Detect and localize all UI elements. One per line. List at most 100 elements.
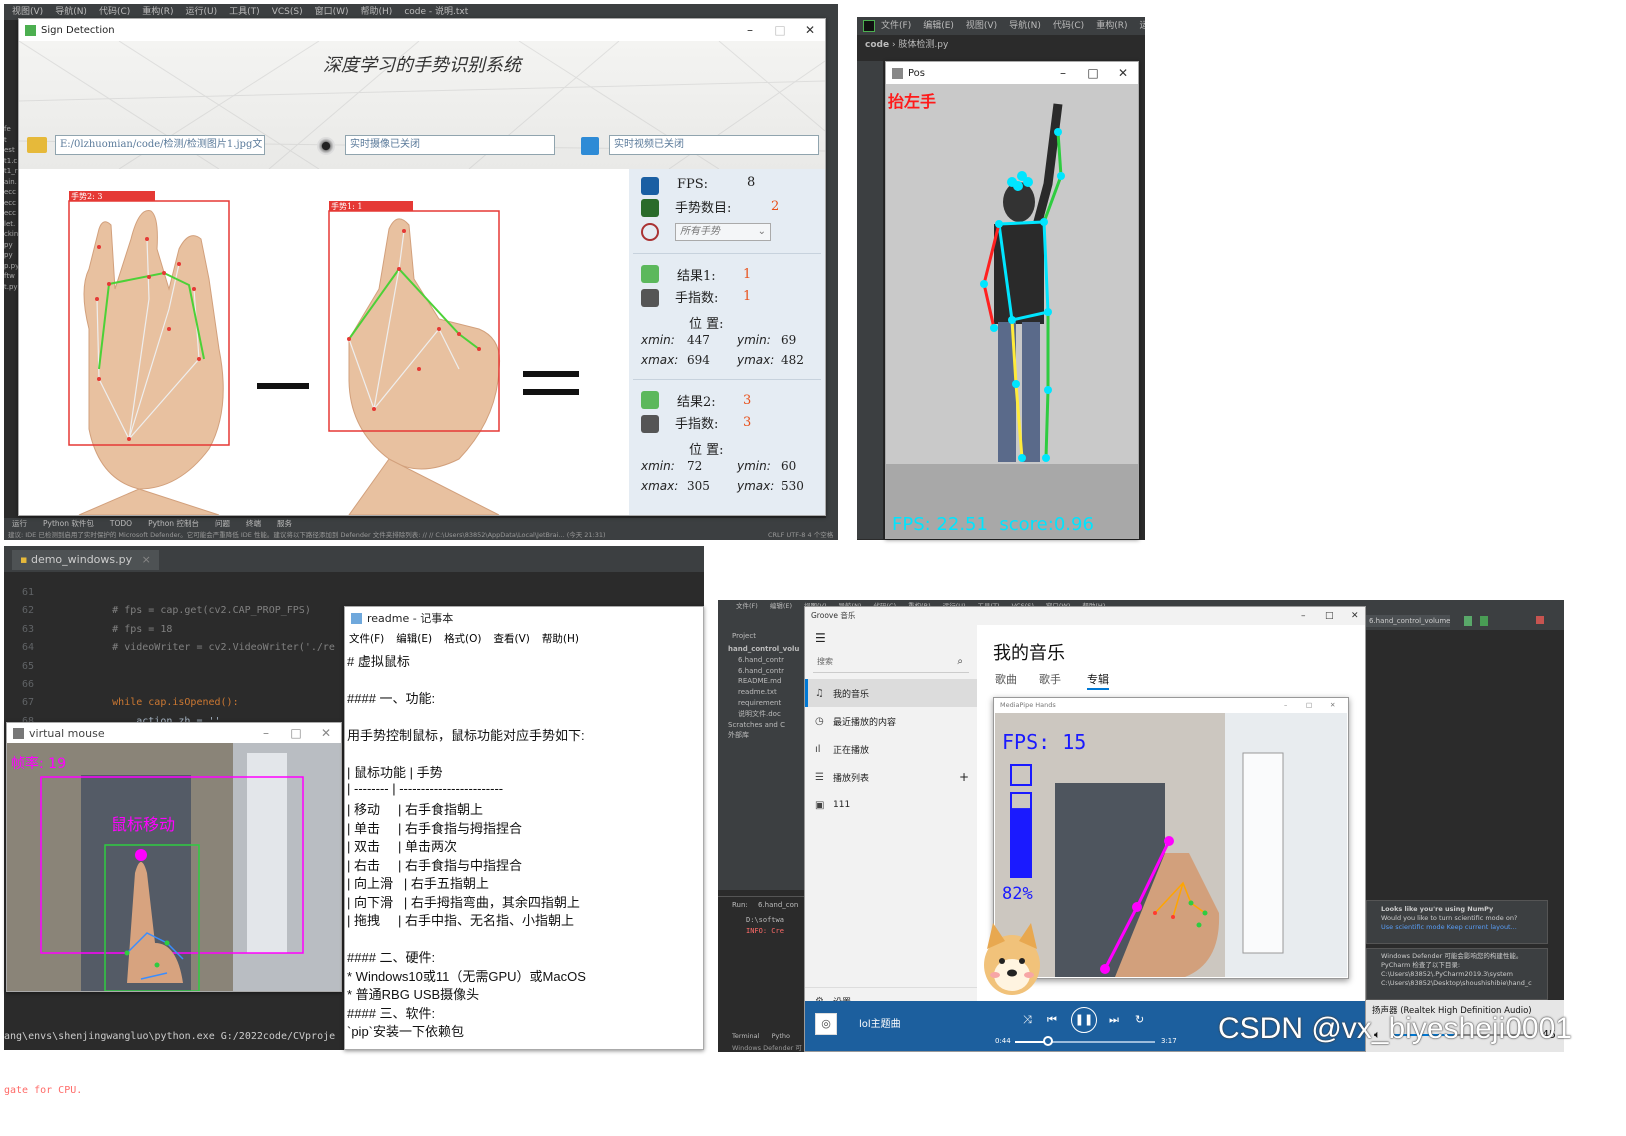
menu-item[interactable]: 重构(R) (142, 7, 173, 17)
project-file-stub[interactable]: fe (4, 124, 18, 135)
project-file-stub[interactable]: let. (4, 219, 18, 230)
menu-item[interactable]: 编辑(E) (923, 21, 954, 31)
shuffle-icon[interactable]: ⤨ (1023, 1013, 1032, 1027)
code-line[interactable] (64, 676, 364, 694)
project-file-stub[interactable]: t1_r (4, 166, 18, 177)
previous-icon[interactable]: ⏮︎ (1047, 1013, 1057, 1027)
maximize-icon[interactable]: □ (281, 726, 311, 740)
code-line[interactable]: # fps = cap.get(cv2.CAP_PROP_FPS) (64, 602, 364, 620)
menu-item[interactable]: 导航(N) (1009, 21, 1041, 31)
statusbar-tab[interactable]: Python 控制台 (148, 519, 199, 528)
menu-item[interactable]: 代码(C) (1053, 21, 1084, 31)
project-file-stub[interactable]: ecc (4, 187, 18, 198)
statusbar-tab[interactable]: 终端 (246, 519, 261, 528)
tab-demo-windows[interactable]: ▪ demo_windows.py × (12, 550, 159, 570)
project-tree-item[interactable]: readme.txt (728, 687, 806, 698)
menu-item[interactable]: 文件(F) (881, 21, 911, 31)
hamburger-icon[interactable]: ☰ (805, 625, 977, 645)
debug-icon[interactable] (1480, 616, 1488, 626)
next-icon[interactable]: ⏭︎ (1109, 1013, 1119, 1027)
maximize-icon[interactable]: □ (1306, 698, 1312, 712)
menu-item[interactable]: 帮助(H) (542, 633, 579, 645)
menu-item[interactable]: 工具(T) (229, 7, 260, 17)
menu-item[interactable]: 文件(F) (349, 633, 384, 645)
statusbar-tab[interactable]: 服务 (277, 519, 292, 528)
project-file-stub[interactable]: t.py (4, 282, 18, 293)
project-tree-item[interactable]: 外部库 (728, 730, 806, 741)
project-file-stub[interactable]: ckin (4, 229, 18, 240)
statusbar-tab[interactable]: 运行 (12, 519, 27, 528)
nav-now-playing[interactable]: ıl 正在播放 (805, 735, 977, 763)
search-box[interactable]: 搜索 ⌕ (813, 651, 969, 673)
project-file-stub[interactable]: p.py (4, 261, 19, 272)
project-file-stub[interactable]: ftw (4, 271, 18, 282)
menu-item[interactable]: 编辑(E) (396, 633, 432, 645)
project-file-stub[interactable]: py (4, 240, 18, 251)
tab-artists[interactable]: 歌手 (1039, 671, 1061, 687)
stop-icon[interactable] (1536, 616, 1544, 624)
terminal-tab[interactable]: Terminal (732, 1032, 759, 1040)
minimize-icon[interactable]: – (1048, 66, 1078, 80)
menu-item[interactable]: 代码(C) (99, 7, 130, 17)
close-icon[interactable]: ✕ (311, 726, 341, 740)
close-icon[interactable]: ✕ (1108, 66, 1138, 80)
project-file-stub[interactable]: t (4, 135, 18, 146)
code-line[interactable]: while cap.isOpened(): (64, 694, 364, 712)
add-playlist-icon[interactable]: + (959, 770, 969, 784)
project-tree-item[interactable]: Scratches and C (728, 720, 806, 731)
menu-item[interactable]: 帮助(H) (361, 7, 393, 17)
song-title[interactable]: lol主题曲 (859, 1015, 901, 1030)
project-file-stub[interactable]: ecc (4, 208, 18, 219)
minimize-icon[interactable]: – (1301, 607, 1306, 625)
notepad-text[interactable]: # 虚拟鼠标 #### 一、功能: 用手势控制鼠标，鼠标功能对应手势如下: | 鼠标功… (347, 651, 703, 1049)
nav-recent[interactable]: ◷ 最近播放的内容 (805, 707, 977, 735)
video-icon[interactable] (581, 137, 599, 155)
menu-item[interactable]: 重构(R) (1096, 21, 1127, 31)
project-tree-item[interactable]: README.md (728, 676, 806, 687)
maximize-icon[interactable]: □ (765, 23, 795, 37)
menu-item[interactable]: 查看(V) (494, 633, 530, 645)
image-path-field[interactable]: E:/0lzhuomian/code/检测/检测图片1.jpg文 (55, 135, 265, 155)
project-header[interactable]: Project (718, 630, 806, 644)
tab-albums[interactable]: 专辑 (1087, 671, 1109, 690)
menu-item[interactable]: 文件(F) (736, 602, 758, 610)
project-tree-item[interactable]: 6.hand_contr (728, 666, 806, 677)
menu-item[interactable]: 视图(V) (12, 7, 43, 17)
search-icon[interactable]: ⌕ (957, 651, 963, 673)
numpy-links[interactable]: Use scientific mode Keep current layout.… (1381, 923, 1543, 932)
project-file-stub[interactable]: t1.c (4, 156, 18, 167)
breadcrumb-root[interactable]: code (865, 40, 889, 50)
breadcrumb-file[interactable]: 肢体检测.py (898, 40, 948, 50)
maximize-icon[interactable]: □ (1325, 607, 1334, 625)
code-line[interactable]: # videoWriter = cv2.VideoWriter('./re (64, 639, 364, 657)
nav-my-music[interactable]: ♫ 我的音乐 (805, 679, 977, 707)
project-file-stub[interactable]: ecc (4, 198, 18, 209)
menu-item[interactable]: 视图(V) (966, 21, 997, 31)
statusbar-tab[interactable]: Python 软件包 (43, 519, 94, 528)
minimize-icon[interactable]: – (251, 726, 281, 740)
video-status-field[interactable]: 实时视频已关闭 (609, 135, 819, 155)
gesture-select[interactable]: 所有手势 ⌄ (675, 223, 771, 241)
statusbar-tab[interactable]: TODO (110, 519, 132, 528)
close-icon[interactable]: ✕ (1351, 607, 1359, 625)
nav-playlists[interactable]: ☰ 播放列表 + (805, 763, 977, 791)
project-tree-item[interactable]: requirement (728, 698, 806, 709)
menu-item[interactable]: VCS(S) (272, 7, 303, 17)
menu-item[interactable]: 窗口(W) (315, 7, 349, 17)
repeat-icon[interactable]: ↻ (1135, 1013, 1144, 1026)
close-icon[interactable]: ✕ (795, 23, 825, 37)
menu-item[interactable]: code - 说明.txt (404, 7, 468, 17)
run-icon[interactable] (1464, 616, 1472, 626)
webcam-icon[interactable] (317, 137, 335, 155)
project-file-stub[interactable]: ain. (4, 177, 18, 188)
code-line[interactable]: # fps = 18 (64, 621, 364, 639)
close-icon[interactable]: ✕ (1330, 698, 1335, 712)
pause-icon[interactable]: ❚❚ (1071, 1007, 1097, 1033)
project-tree-item[interactable]: 6.hand_contr (728, 655, 806, 666)
menu-item[interactable]: 格式(O) (444, 633, 481, 645)
menu-item[interactable]: 运行(U) (186, 7, 218, 17)
code-line[interactable] (64, 658, 364, 676)
run-config-select[interactable]: 6.hand_control_volume (1366, 615, 1450, 627)
menu-item[interactable]: 导航(N) (55, 7, 87, 17)
project-file-stub[interactable]: py (4, 250, 18, 261)
